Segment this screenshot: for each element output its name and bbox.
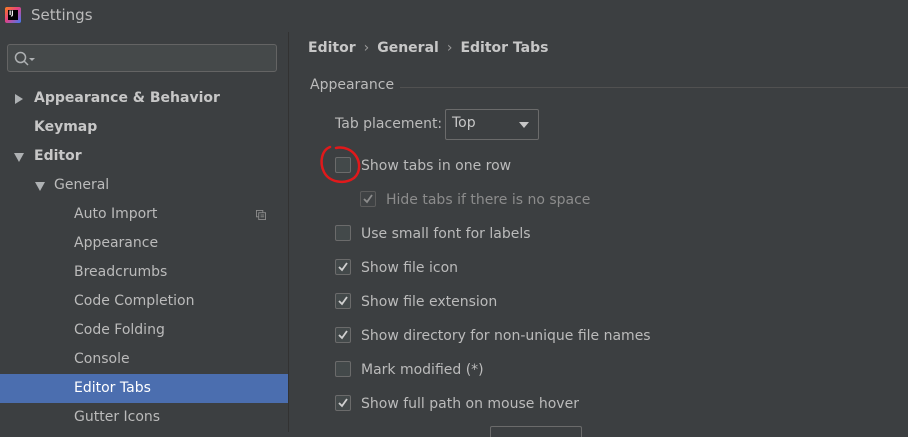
settings-tree: Appearance & Behavior Keymap Editor Gene… bbox=[0, 84, 288, 432]
breadcrumb-item: Editor Tabs bbox=[460, 40, 549, 56]
checkbox[interactable] bbox=[335, 327, 351, 343]
search-icon bbox=[14, 51, 35, 66]
breadcrumb-separator: › bbox=[363, 40, 370, 56]
intellij-app-icon: IJ bbox=[5, 7, 21, 23]
title-bar: IJ Settings bbox=[0, 0, 908, 32]
tree-item-label: Console bbox=[74, 351, 130, 367]
tree-item-general[interactable]: General bbox=[0, 171, 288, 200]
option-label: Mark modified (*) bbox=[361, 362, 484, 378]
checkmark-icon bbox=[363, 194, 373, 204]
tree-item-auto-import[interactable]: Auto Import bbox=[0, 200, 288, 229]
tree-item-console[interactable]: Console bbox=[0, 345, 288, 374]
tree-item-editor[interactable]: Editor bbox=[0, 142, 288, 171]
tree-item-label: Gutter Icons bbox=[74, 409, 161, 425]
tree-item-label: General bbox=[54, 177, 110, 193]
checkmark-icon bbox=[338, 262, 348, 272]
section-divider bbox=[400, 87, 908, 88]
red-annotation-circle bbox=[320, 145, 361, 184]
option-label: Hide tabs if there is no space bbox=[386, 192, 591, 208]
checkmark-icon bbox=[338, 296, 348, 306]
breadcrumb-separator: › bbox=[446, 40, 453, 56]
collapse-arrow-icon[interactable] bbox=[35, 182, 45, 191]
tree-item-label: Keymap bbox=[34, 119, 98, 135]
checkbox[interactable] bbox=[335, 259, 351, 275]
option-label: Show file icon bbox=[361, 260, 459, 276]
breadcrumb-item: General bbox=[377, 40, 439, 56]
tree-item-label: Editor bbox=[34, 148, 82, 164]
section-title: Appearance bbox=[310, 77, 395, 93]
tree-item-appearance-behavior[interactable]: Appearance & Behavior bbox=[0, 84, 288, 113]
settings-content: Editor › General › Editor Tabs Appearance Ta… bbox=[289, 32, 908, 437]
tree-item-label: Editor Tabs bbox=[74, 380, 151, 396]
checkbox[interactable] bbox=[360, 191, 376, 207]
tree-item-label: Breadcrumbs bbox=[74, 264, 168, 280]
tree-item-label: Appearance & Behavior bbox=[34, 90, 220, 106]
settings-sidebar: Appearance & Behavior Keymap Editor Gene… bbox=[0, 32, 288, 432]
tree-item-label: Code Folding bbox=[74, 322, 165, 338]
tab-placement-dropdown[interactable]: Top bbox=[445, 109, 539, 140]
search-input[interactable] bbox=[7, 44, 277, 72]
tree-item-code-completion[interactable]: Code Completion bbox=[0, 287, 288, 316]
window-title: Settings bbox=[31, 6, 93, 24]
checkbox[interactable] bbox=[335, 293, 351, 309]
option-label: Show tabs in one row bbox=[361, 158, 512, 174]
checkmark-icon bbox=[338, 398, 348, 408]
checkbox[interactable] bbox=[335, 361, 351, 377]
option-label: Show full path on mouse hover bbox=[361, 396, 579, 412]
tree-item-keymap[interactable]: Keymap bbox=[0, 113, 288, 142]
tab-placement-value: Top bbox=[452, 115, 476, 131]
tree-item-gutter-icons[interactable]: Gutter Icons bbox=[0, 403, 288, 432]
option-label: Use small font for labels bbox=[361, 226, 531, 242]
breadcrumb: Editor › General › Editor Tabs bbox=[308, 40, 548, 56]
breadcrumb-item: Editor bbox=[308, 40, 356, 56]
tree-item-code-folding[interactable]: Code Folding bbox=[0, 316, 288, 345]
project-settings-icon bbox=[256, 210, 266, 220]
tree-item-breadcrumbs[interactable]: Breadcrumbs bbox=[0, 258, 288, 287]
tab-placement-label: Tab placement: bbox=[335, 116, 443, 132]
checkbox[interactable] bbox=[335, 225, 351, 241]
tree-item-editor-tabs[interactable]: Editor Tabs bbox=[0, 374, 288, 403]
checkmark-icon bbox=[338, 330, 348, 340]
tree-item-label: Auto Import bbox=[74, 206, 158, 222]
tree-item-appearance[interactable]: Appearance bbox=[0, 229, 288, 258]
checkbox[interactable] bbox=[335, 395, 351, 411]
chevron-down-icon bbox=[519, 122, 529, 128]
option-label: Show directory for non-unique file names bbox=[361, 328, 651, 344]
tree-item-label: Appearance bbox=[74, 235, 159, 251]
expand-arrow-icon[interactable] bbox=[15, 94, 23, 104]
collapse-arrow-icon[interactable] bbox=[14, 153, 24, 162]
option-label: Show file extension bbox=[361, 294, 498, 310]
tree-item-label: Code Completion bbox=[74, 293, 195, 309]
